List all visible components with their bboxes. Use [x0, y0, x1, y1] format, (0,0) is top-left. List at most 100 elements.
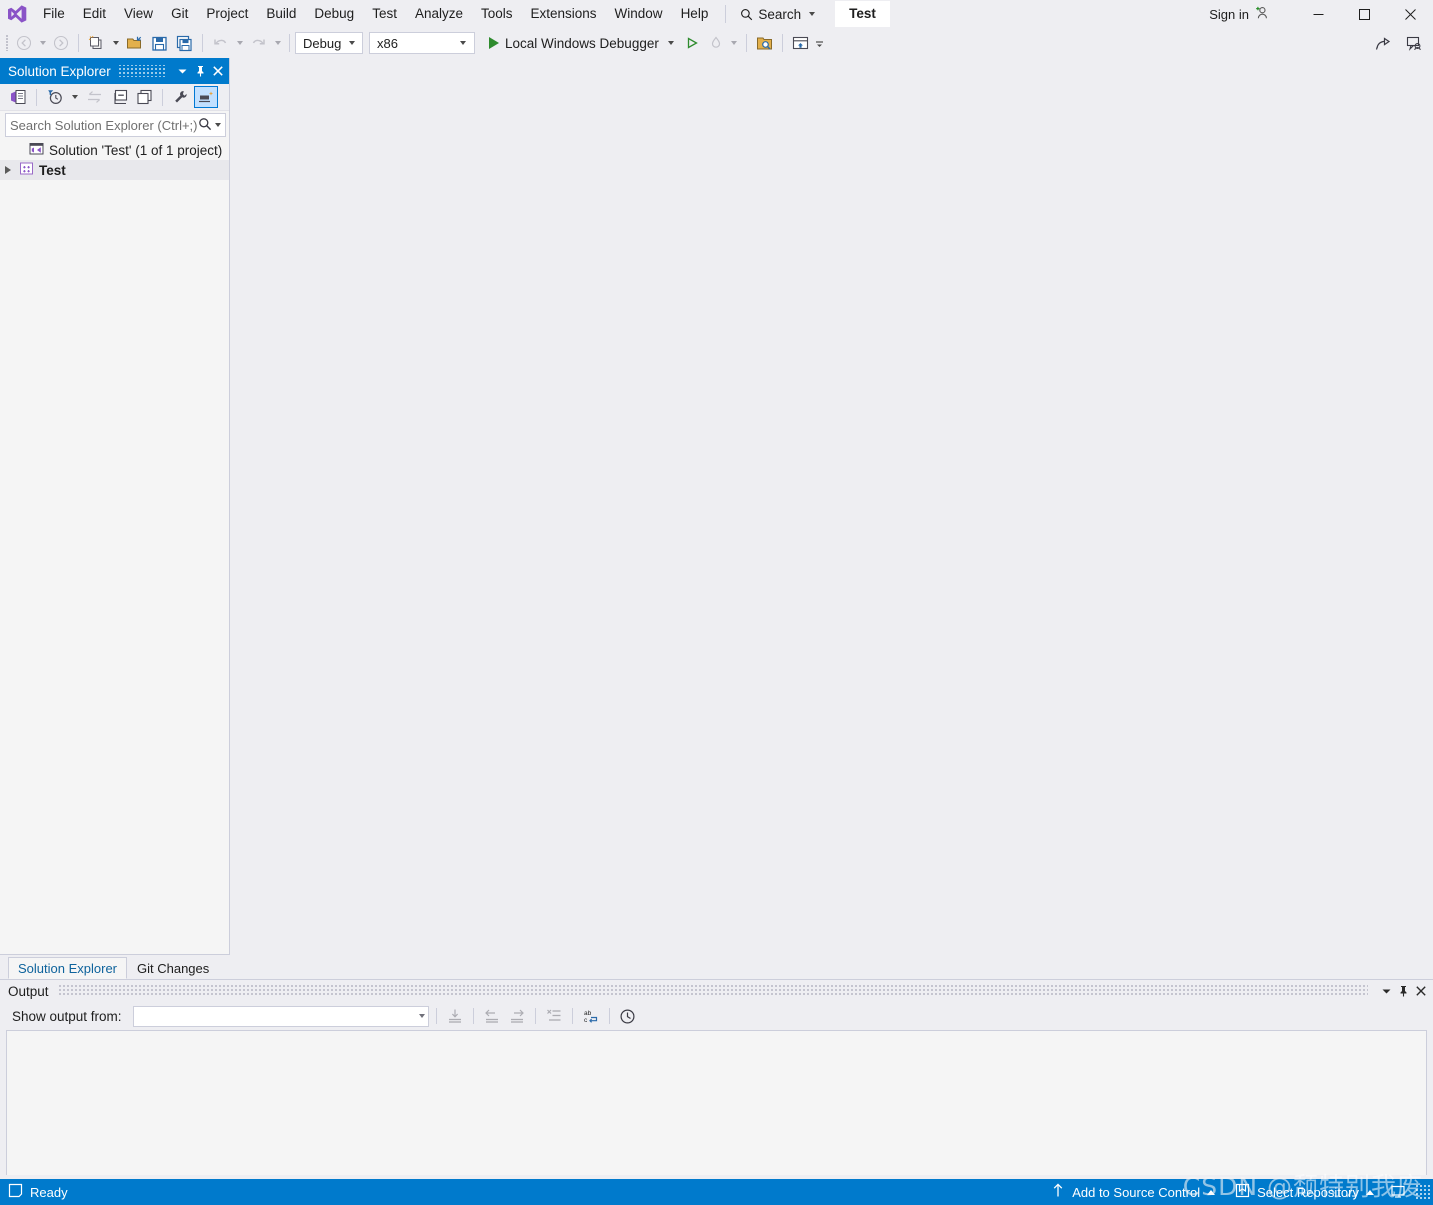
output-content[interactable] [6, 1030, 1427, 1175]
undo-dropdown[interactable] [233, 41, 246, 45]
pending-changes-dropdown[interactable] [68, 95, 81, 99]
close-icon[interactable] [1412, 981, 1429, 1001]
add-to-source-control-button[interactable]: Add to Source Control [1041, 1179, 1225, 1205]
window-dropdown-icon[interactable] [173, 60, 191, 82]
menu-item-view[interactable]: View [115, 0, 162, 28]
standard-toolbar: Debug x86 Local Windows Debugger [0, 28, 1433, 58]
solution-explorer-titlebar: Solution Explorer [0, 58, 229, 84]
search-solution-explorer[interactable] [5, 113, 226, 137]
pin-icon[interactable] [191, 60, 209, 82]
repository-icon [1235, 1183, 1250, 1201]
show-all-files-icon[interactable] [132, 86, 156, 108]
chevron-down-icon [418, 1014, 425, 1018]
search-box[interactable]: Search [734, 3, 821, 25]
toggle-timestamps-icon[interactable] [617, 1005, 639, 1027]
navigate-backward-icon[interactable] [12, 31, 36, 55]
navigate-forward-icon[interactable] [49, 31, 73, 55]
menu-item-analyze[interactable]: Analyze [406, 0, 472, 28]
chevron-up-icon [1366, 1189, 1374, 1195]
document-tab-test[interactable]: Test [835, 1, 890, 27]
solution-configuration-combo[interactable]: Debug [295, 32, 363, 54]
share-icon[interactable] [1371, 31, 1396, 55]
svg-text:ab: ab [584, 1010, 592, 1017]
find-in-files-icon[interactable] [752, 31, 777, 55]
redo-dropdown[interactable] [271, 41, 284, 45]
search-icon[interactable] [198, 117, 212, 134]
pin-icon[interactable] [1395, 981, 1412, 1001]
open-file-icon[interactable] [122, 31, 147, 55]
show-output-from-combo[interactable] [132, 1005, 429, 1027]
toolbar-divider [202, 34, 203, 52]
hot-reload-icon[interactable] [704, 31, 728, 55]
redo-icon[interactable] [246, 31, 271, 55]
undo-icon[interactable] [208, 31, 233, 55]
solution-platform-combo[interactable]: x86 [369, 32, 475, 54]
notifications-icon [1390, 1183, 1406, 1202]
collapse-all-icon[interactable] [107, 86, 131, 108]
status-right: Add to Source Control Select Repository [1041, 1179, 1433, 1205]
tab-git-changes[interactable]: Git Changes [127, 957, 219, 979]
menu-item-tools[interactable]: Tools [472, 0, 522, 28]
solution-explorer-dock: Solution Explorer Search Solution Explor… [0, 58, 230, 979]
new-project-icon[interactable] [84, 31, 109, 55]
start-debugging-button[interactable]: Local Windows Debugger [483, 31, 680, 55]
menu-item-file[interactable]: File [34, 0, 74, 28]
pending-changes-filter-icon[interactable] [43, 86, 67, 108]
notifications-button[interactable] [1384, 1179, 1412, 1205]
clear-all-icon[interactable] [543, 1005, 565, 1027]
solution-tree[interactable]: Solution 'Test' (1 of 1 project) Test [0, 139, 229, 954]
close-button[interactable] [1387, 0, 1433, 28]
toggle-word-wrap-icon[interactable]: ab c [580, 1005, 602, 1027]
toolbar-divider [472, 1008, 474, 1024]
menu-item-build[interactable]: Build [257, 0, 305, 28]
chevron-down-icon[interactable] [212, 123, 223, 127]
menu-item-extensions[interactable]: Extensions [522, 0, 606, 28]
menu-items: File Edit View Git Project Build Debug T… [34, 0, 717, 28]
sync-with-active-document-icon[interactable] [82, 86, 106, 108]
send-feedback-icon[interactable] [1402, 31, 1427, 55]
navigate-backward-dropdown[interactable] [36, 41, 49, 45]
resize-grip-icon[interactable] [1416, 1185, 1430, 1199]
tree-item-project-test[interactable]: Test [0, 160, 229, 180]
menu-item-test[interactable]: Test [363, 0, 406, 28]
menu-item-help[interactable]: Help [672, 0, 718, 28]
start-debug-icon [489, 37, 499, 49]
tab-solution-explorer[interactable]: Solution Explorer [8, 957, 127, 979]
toolbar-overflow-icon[interactable] [813, 36, 826, 50]
menu-item-git[interactable]: Git [162, 0, 197, 28]
minimize-button[interactable] [1295, 0, 1341, 28]
show-output-from-label: Show output from: [12, 1008, 122, 1024]
menu-item-window[interactable]: Window [606, 0, 672, 28]
editor-area[interactable] [230, 58, 1433, 979]
visual-studio-window: File Edit View Git Project Build Debug T… [0, 0, 1433, 1205]
search-input[interactable] [10, 117, 198, 133]
toolbar-divider [435, 1008, 437, 1024]
solution-tools-icon[interactable] [788, 31, 813, 55]
start-without-debugging-icon[interactable] [680, 31, 704, 55]
find-next-message-icon[interactable] [506, 1005, 528, 1027]
save-icon[interactable] [147, 31, 172, 55]
menu-item-project[interactable]: Project [197, 0, 257, 28]
properties-icon[interactable] [169, 86, 193, 108]
preview-selected-items-icon[interactable] [194, 86, 218, 108]
window-drag-dots[interactable] [58, 985, 1368, 997]
new-project-dropdown[interactable] [109, 41, 122, 45]
window-dropdown-icon[interactable] [1378, 981, 1395, 1001]
sign-in-button[interactable]: Sign in [1201, 5, 1277, 23]
window-drag-dots[interactable] [118, 65, 165, 77]
view-code-icon[interactable] [6, 86, 30, 108]
select-repository-button[interactable]: Select Repository [1225, 1179, 1384, 1205]
tree-item-label: Solution 'Test' (1 of 1 project) [49, 142, 223, 158]
close-icon[interactable] [209, 60, 227, 82]
menu-item-debug[interactable]: Debug [305, 0, 363, 28]
hot-reload-dropdown[interactable] [728, 41, 741, 45]
go-to-message-icon[interactable] [444, 1005, 466, 1027]
solution-explorer-panel: Solution Explorer Search Solution Explor… [0, 58, 230, 955]
menu-item-edit[interactable]: Edit [74, 0, 115, 28]
tree-item-solution[interactable]: Solution 'Test' (1 of 1 project) [0, 140, 229, 160]
expand-arrow-icon[interactable] [2, 164, 14, 176]
toolbar-grip[interactable] [2, 33, 12, 53]
maximize-button[interactable] [1341, 0, 1387, 28]
find-previous-message-icon[interactable] [481, 1005, 503, 1027]
save-all-icon[interactable] [172, 31, 197, 55]
